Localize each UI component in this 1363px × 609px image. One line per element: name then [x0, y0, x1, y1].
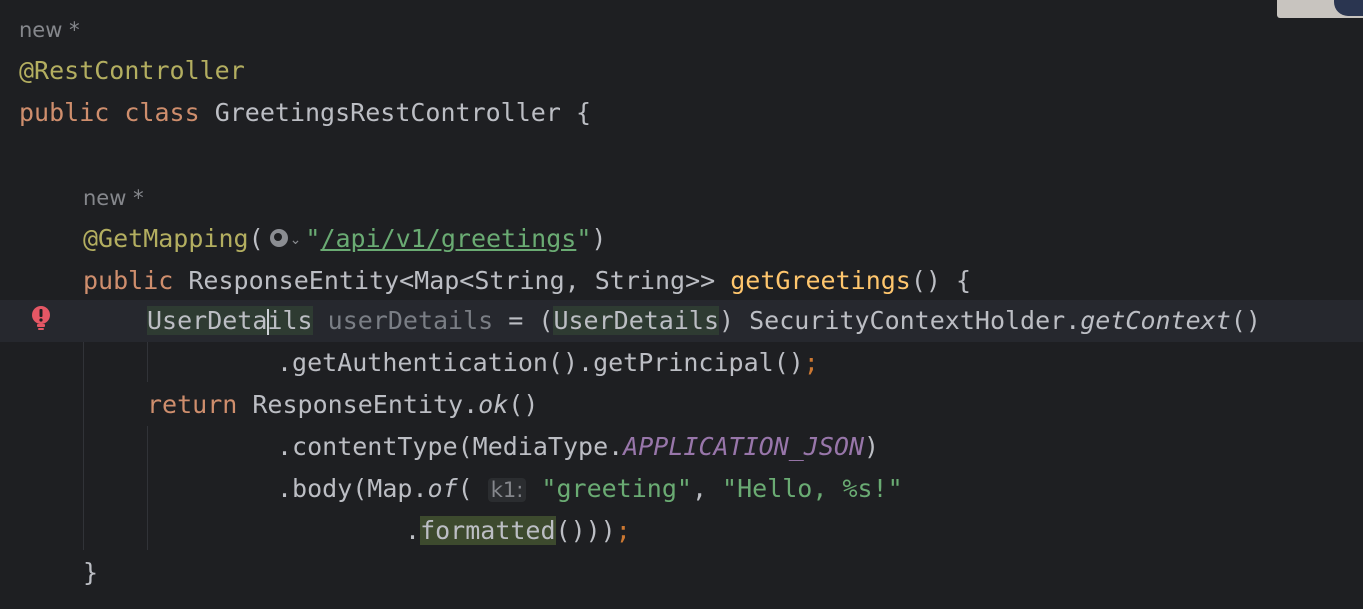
class-name: GreetingsRestController	[214, 98, 561, 127]
return-type: ResponseEntity<Map<String, String>>	[188, 266, 716, 295]
rest-controller-annotation: @RestController	[19, 56, 245, 85]
author-hint-method[interactable]: new *	[0, 176, 1363, 218]
unused-variable: userDetails	[327, 306, 494, 335]
keyword-public: public	[83, 266, 174, 295]
cast-type: UserDetails	[553, 306, 720, 335]
code-line-method-close[interactable]: }	[0, 552, 1363, 594]
keyword-return: return	[147, 390, 238, 419]
code-line-chain[interactable]: .getAuthentication().getPrincipal();	[0, 342, 1363, 384]
mapping-url-link[interactable]: /api/v1/greetings	[320, 224, 576, 253]
keyword-public: public	[19, 98, 110, 127]
globe-icon[interactable]	[269, 229, 288, 247]
code-line-mapping[interactable]: @GetMapping(⌄ "/api/v1/greetings")	[0, 218, 1363, 260]
parameter-hint: k1:	[487, 478, 527, 502]
code-line-class[interactable]: public class GreetingsRestController {	[0, 92, 1363, 134]
open-brace: {	[575, 98, 592, 127]
get-mapping-annotation: @GetMapping	[83, 224, 249, 253]
code-line-return[interactable]: return ResponseEntity.ok()	[0, 384, 1363, 426]
code-line-current[interactable]: UserDetails userDetails = (UserDetails) …	[0, 300, 1363, 342]
author-hint-class[interactable]: new *	[19, 8, 1363, 50]
keyword-class: class	[124, 98, 200, 127]
media-type-constant: APPLICATION_JSON	[623, 432, 865, 461]
code-line-content-type[interactable]: .contentType(MediaType.APPLICATION_JSON)	[0, 426, 1363, 468]
code-line-annotation[interactable]: @RestController	[0, 50, 1363, 92]
code-line-method[interactable]: public ResponseEntity<Map<String, String…	[0, 260, 1363, 302]
userdetails-type-token[interactable]: UserDetails	[147, 306, 313, 335]
method-name: getGreetings	[730, 266, 911, 295]
chevron-down-icon[interactable]: ⌄	[290, 232, 302, 248]
code-line-formatted[interactable]: .formatted()));	[0, 510, 1363, 552]
formatted-call[interactable]: formatted	[420, 516, 556, 545]
code-editor[interactable]: new * @RestController public class Greet…	[0, 0, 1363, 609]
get-context-call: getContext	[1080, 306, 1231, 335]
error-bulb-icon[interactable]	[29, 304, 53, 334]
code-line-body[interactable]: .body(Map.of( k1: "greeting", "Hello, %s…	[0, 468, 1363, 510]
